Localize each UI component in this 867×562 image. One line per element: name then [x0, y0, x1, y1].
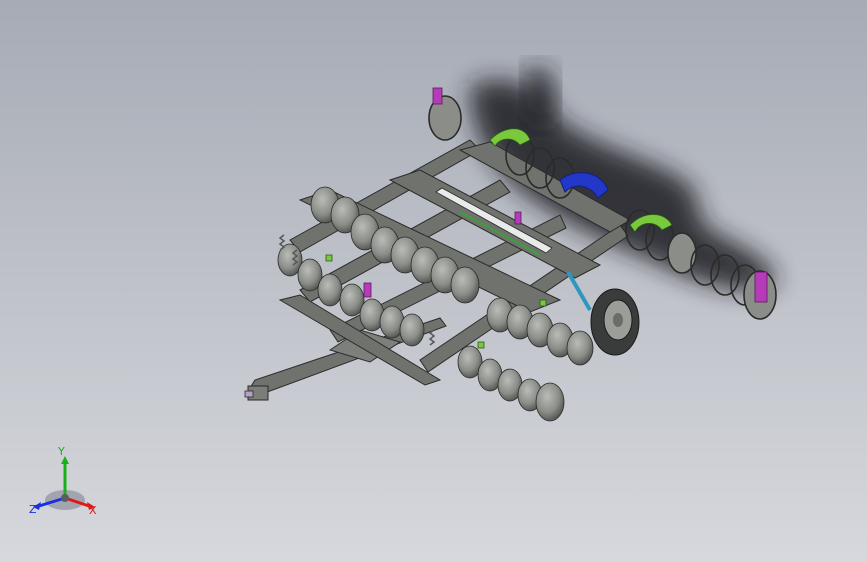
transport-wheel[interactable] — [590, 288, 640, 356]
cast-shadow — [470, 80, 776, 291]
triad-x-label: X — [89, 504, 97, 517]
triad-y-label: Y — [58, 445, 65, 458]
triad-z-label: Z — [29, 503, 37, 516]
disc-harrow-assembly-model[interactable] — [0, 0, 867, 562]
orientation-triad: Y X Z — [25, 445, 105, 520]
graphics-viewport[interactable]: Y X Z — [0, 0, 867, 562]
strut[interactable] — [566, 270, 592, 312]
